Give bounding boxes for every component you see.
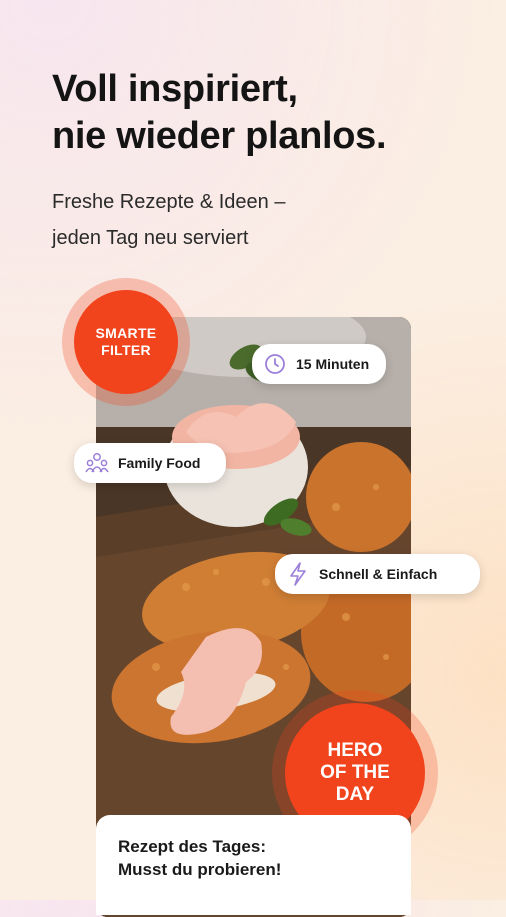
- headline-line-1: Voll inspiriert,: [52, 68, 298, 110]
- hero-line-2: OF THE: [320, 762, 390, 783]
- lightning-icon: [285, 561, 311, 587]
- chip-15-minutes-label: 15 Minuten: [296, 356, 370, 372]
- subheadline-line-1: Freshe Rezepte & Ideen –: [52, 191, 286, 213]
- chip-family-food: Family Food: [74, 443, 226, 483]
- chip-quick-easy-label: Schnell & Einfach: [319, 566, 438, 582]
- subheadline: Freshe Rezepte & Ideen – jeden Tag neu s…: [52, 184, 472, 256]
- family-icon: [84, 450, 110, 476]
- chip-15-minutes: 15 Minuten: [252, 344, 386, 384]
- subheadline-line-2: jeden Tag neu serviert: [52, 227, 249, 249]
- recipe-card-line-2: Musst du probieren!: [118, 860, 282, 879]
- headline-line-2: nie wieder planlos.: [52, 115, 387, 157]
- chip-quick-easy: Schnell & Einfach: [275, 554, 480, 594]
- recipe-card-line-1: Rezept des Tages:: [118, 837, 267, 856]
- hero-line-3: DAY: [335, 784, 375, 805]
- recipe-of-the-day-card[interactable]: Rezept des Tages: Musst du probieren!: [96, 815, 411, 915]
- chip-family-food-label: Family Food: [118, 455, 201, 471]
- smart-filter-badge: SMARTE FILTER: [62, 278, 190, 406]
- smart-filter-line-1: SMARTE: [95, 325, 157, 341]
- clock-icon: [262, 351, 288, 377]
- headline: Voll inspiriert, nie wieder planlos.: [52, 66, 472, 160]
- hero-line-1: HERO: [327, 740, 383, 761]
- smart-filter-line-2: FILTER: [101, 342, 151, 358]
